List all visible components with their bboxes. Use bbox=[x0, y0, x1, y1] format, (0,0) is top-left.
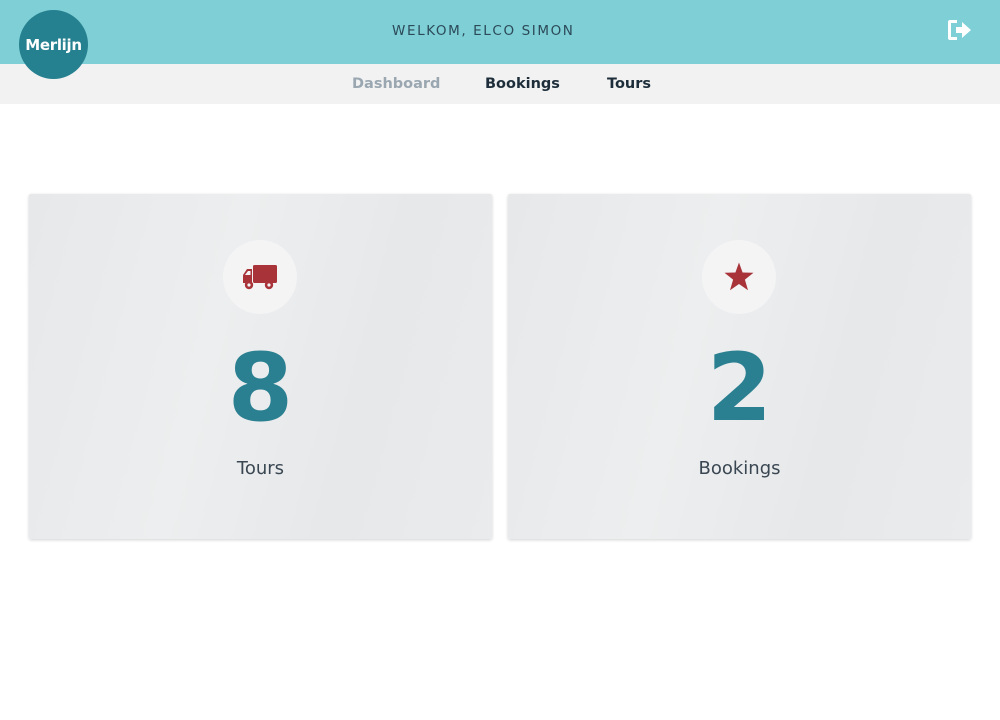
sign-out-icon[interactable] bbox=[947, 18, 973, 42]
nav-dashboard[interactable]: Dashboard bbox=[352, 76, 440, 92]
tours-label: Tours bbox=[236, 458, 285, 479]
bookings-icon-badge bbox=[702, 240, 776, 314]
star-icon bbox=[724, 262, 754, 291]
truck-icon bbox=[243, 265, 277, 290]
merlijn-logo[interactable]: Merlijn bbox=[19, 10, 88, 79]
main-nav: Dashboard Bookings Tours bbox=[0, 64, 1000, 104]
tours-stat-card[interactable]: 8 Tours bbox=[29, 194, 492, 539]
tours-icon-badge bbox=[223, 240, 297, 314]
nav-tours[interactable]: Tours bbox=[607, 76, 651, 92]
welcome-message: WELKOM, ELCO SIMON bbox=[392, 23, 575, 39]
tours-count: 8 bbox=[227, 334, 294, 443]
bookings-label: Bookings bbox=[698, 458, 781, 479]
top-bar: WELKOM, ELCO SIMON bbox=[0, 0, 1000, 64]
nav-bookings[interactable]: Bookings bbox=[485, 76, 560, 92]
bookings-stat-card[interactable]: 2 Bookings bbox=[508, 194, 971, 539]
bookings-count: 2 bbox=[706, 334, 773, 443]
